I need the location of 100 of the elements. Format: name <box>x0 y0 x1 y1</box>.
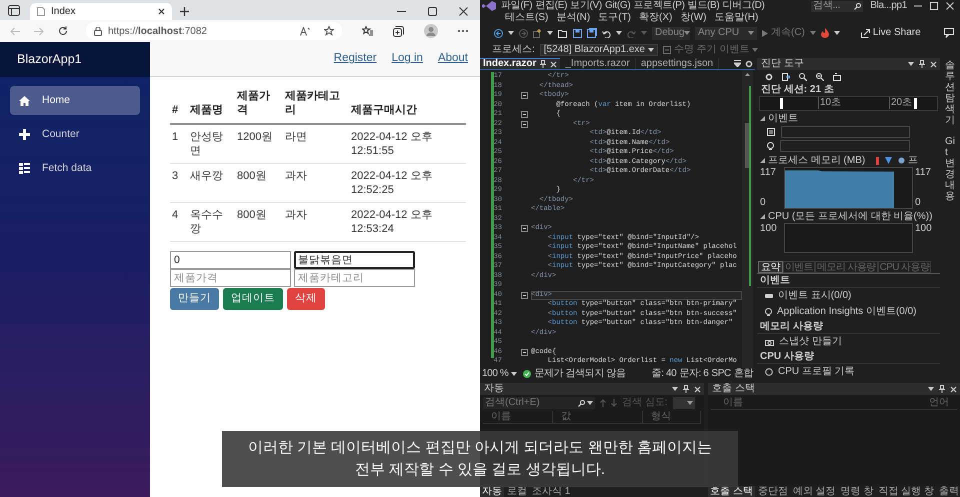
nav-link[interactable]: Fetch data <box>10 154 140 183</box>
input-field[interactable]: 제품가격 <box>170 269 291 287</box>
subtitle-line: 이러한 기본 데이터베이스 편집만 아시게 되더라도 왠만한 홈페이지는 <box>248 438 712 458</box>
action-button[interactable]: 업데이트 <box>223 288 283 310</box>
panel-tab[interactable]: 조사식 1 <box>530 486 572 497</box>
legend-label: 프 <box>908 154 918 166</box>
panel-tab[interactable]: 로컬 <box>505 486 529 497</box>
process-label: 프로세스: <box>492 44 535 56</box>
address-bar[interactable]: https://localhost:7082 <box>86 22 342 40</box>
table-cell: 800원 <box>235 164 283 202</box>
nav-link[interactable]: Home <box>10 86 140 115</box>
platform-dropdown[interactable]: Any CPU <box>695 26 757 40</box>
axis-label: 0 <box>915 197 922 209</box>
column-header: 제품가격 <box>235 89 283 124</box>
header-link[interactable]: About <box>438 50 468 68</box>
table-cell: 1200원 <box>235 124 283 164</box>
summary-link[interactable]: 이벤트 표시(0/0) <box>757 288 940 304</box>
action-button[interactable]: 삭제 <box>287 288 325 310</box>
menu-item[interactable]: 프로젝트(P) <box>633 0 685 12</box>
menu-item[interactable]: 보기(V) <box>570 0 602 12</box>
menu-item[interactable]: 확장(X) <box>639 12 672 24</box>
action-button[interactable]: 만들기 <box>170 288 219 310</box>
header-link[interactable]: Register <box>334 50 377 68</box>
section-heading: CPU 사용량 <box>757 351 940 364</box>
column-header: # <box>170 89 188 124</box>
window-title: Bla...pp1 <box>870 0 907 12</box>
menu-item[interactable]: 창(W) <box>680 12 706 24</box>
panel-title: 호출 스택 <box>712 383 756 395</box>
panel-tab[interactable]: 직접 실행 창 <box>876 486 936 497</box>
app-brand[interactable]: BlazorApp1 <box>17 50 82 69</box>
input-field[interactable]: 제품카테고리 <box>294 269 415 287</box>
browser-tab[interactable]: Index <box>30 3 172 20</box>
panel-tab[interactable]: 요약 <box>758 261 783 273</box>
table-cell: 새우깡 <box>188 164 235 202</box>
menu-item[interactable]: 디버그(D) <box>722 0 765 12</box>
menu-item[interactable]: 도구(T) <box>598 12 632 24</box>
input-field[interactable]: 0 <box>170 251 291 269</box>
table-cell: 옥수수깡 <box>188 202 235 242</box>
column-header: 제품구매시간 <box>349 89 466 124</box>
side-tab[interactable]: 솔루션 탐색기 <box>945 60 955 126</box>
table-cell: 3 <box>170 164 188 202</box>
summary-link[interactable]: Application Insights 이벤트(0/0) <box>757 304 940 320</box>
table-cell: 800원 <box>235 202 283 242</box>
side-tab[interactable]: Git 변경 내용 <box>945 136 955 202</box>
section-heading: 메모리 사용량 <box>757 321 940 334</box>
table-cell: 4 <box>170 202 188 242</box>
column-header: 제품명 <box>188 89 235 124</box>
status-text: 줄: 40 <box>652 368 676 380</box>
depth-label: 검색 심도: <box>622 397 668 409</box>
summary-link[interactable]: 스냅샷 만들기 <box>757 334 940 350</box>
status-text: 문자: 6 <box>679 368 708 380</box>
tick-label: 10초 <box>818 97 842 109</box>
menu-item[interactable]: 편집(E) <box>535 0 568 12</box>
configuration-dropdown[interactable]: Debug <box>652 26 690 40</box>
axis-label: 117 <box>760 167 777 179</box>
column-header: 형식 <box>643 411 701 423</box>
section-label: CPU (모든 프로세서에 대한 비율(%)) <box>768 210 932 222</box>
table-cell: 라면 <box>283 124 349 164</box>
continue-button[interactable]: 계속(C) <box>762 26 805 40</box>
summary-link[interactable]: CPU 프로필 기록 <box>757 364 940 380</box>
tick-label: 20초 <box>889 97 912 109</box>
section-label: 이벤트 <box>768 112 798 124</box>
column-header: 이름 <box>722 397 743 409</box>
menu-item[interactable]: Git(G) <box>604 0 630 12</box>
search-field[interactable]: 검색... <box>811 0 864 12</box>
table-cell: 2022-04-12 오후 12:51:55 <box>349 124 466 164</box>
panel-tab[interactable]: 명령 창 <box>838 486 876 497</box>
column-header: 제품카테고리 <box>283 89 349 124</box>
table-cell: 2022-04-12 오후 12:52:25 <box>349 164 466 202</box>
column-header: 언어 <box>929 397 950 409</box>
zoom-dropdown[interactable]: 100 % <box>482 368 518 380</box>
editor-tab[interactable]: Index.razor <box>480 58 560 69</box>
live-share-button[interactable]: Live Share <box>860 26 921 40</box>
menu-item[interactable]: 빌드(B) <box>688 0 720 12</box>
input-field[interactable]: 불닭볶음면 <box>294 251 415 269</box>
status-text: 혼합 <box>734 368 753 380</box>
table-cell: 과자 <box>283 202 349 242</box>
panel-tab[interactable]: 출력 <box>936 486 960 497</box>
section-label: 프로세스 메모리 (MB) <box>768 154 866 166</box>
menu-item[interactable]: 파일(F) <box>501 0 532 12</box>
panel-tab[interactable]: 예외 설정 <box>790 486 838 497</box>
panel-title: 진단 도구 <box>761 58 805 70</box>
subtitle-line: 전부 제작할 수 있을 걸로 생각됩니다. <box>354 460 605 480</box>
process-dropdown[interactable]: [5248] BlazorApp1.exe <box>540 44 658 56</box>
menu-item[interactable]: 분석(N) <box>556 12 590 24</box>
editor-tab[interactable]: _Imports.razor <box>560 58 636 69</box>
axis-label: 100 <box>915 223 933 235</box>
header-link[interactable]: Log in <box>392 50 423 68</box>
panel-tab[interactable]: 호출 스택 <box>708 486 755 497</box>
axis-label: 100 <box>760 223 778 235</box>
panel-tab[interactable]: 자동 <box>480 486 504 497</box>
panel-tab[interactable]: 중단점 <box>756 486 790 497</box>
editor-tab[interactable]: appsettings.json <box>636 58 720 69</box>
session-duration: 진단 세션: 21 초 <box>760 84 835 96</box>
nav-link[interactable]: Counter <box>10 120 140 149</box>
menu-item[interactable]: 테스트(S) <box>505 12 548 24</box>
table-cell: 1 <box>170 124 188 164</box>
section-heading: 이벤트 <box>757 275 940 288</box>
table-cell: 안성탕면 <box>188 124 235 164</box>
menu-item[interactable]: 도움말(H) <box>714 12 758 24</box>
